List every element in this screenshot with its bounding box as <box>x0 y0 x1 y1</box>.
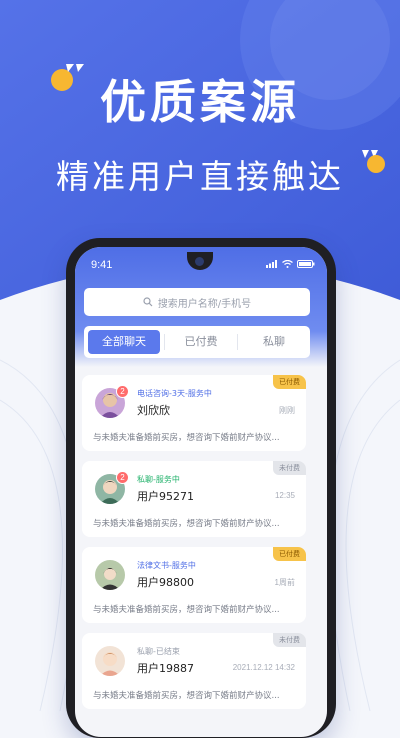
message-time: 12:35 <box>274 491 295 500</box>
message-preview: 与未婚夫准备婚前买房，想咨询下婚前财产协议... <box>93 691 280 701</box>
status-time: 9:41 <box>91 259 113 271</box>
chat-list: 2 电话咨询-3天-服务中 刘欣欣 刚刚 已付费 与未婚夫准备婚前买房，想咨询下… <box>75 375 327 719</box>
status-bar: 9:41 <box>75 247 327 277</box>
search-input[interactable]: 搜索用户名称/手机号 <box>84 288 310 316</box>
unread-count-badge: 2 <box>116 471 129 484</box>
phone-screen: 9:41 搜索用户名称/手机号 全部聊天 已付费 私聊 2 电话咨询-3天-服务… <box>75 247 327 737</box>
search-icon <box>143 297 153 307</box>
user-name: 用户98800 <box>137 576 194 589</box>
chat-list-item[interactable]: 私聊-已结束 用户19887 2021.12.12 14:32 未付费 与未婚夫… <box>82 633 306 709</box>
battery-icon <box>297 260 315 268</box>
message-preview: 与未婚夫准备婚前买房，想咨询下婚前财产协议... <box>93 433 280 443</box>
service-status: 私聊-服务中 <box>137 475 180 484</box>
service-status: 电话咨询-3天-服务中 <box>137 389 212 398</box>
promo-subline: 精准用户直接触达 <box>56 157 344 196</box>
chat-list-item[interactable]: 2 私聊-服务中 用户95271 12:35 未付费 与未婚夫准备婚前买房，想咨… <box>82 461 306 537</box>
message-preview: 与未婚夫准备婚前买房，想咨询下婚前财产协议... <box>93 519 280 529</box>
payment-badge: 已付费 <box>273 375 306 389</box>
unread-count-badge: 2 <box>116 385 129 398</box>
search-placeholder: 搜索用户名称/手机号 <box>157 298 252 310</box>
camera-notch <box>187 252 213 270</box>
tab-all-chats[interactable]: 全部聊天 <box>88 330 160 354</box>
message-preview: 与未婚夫准备婚前买房，想咨询下婚前财产协议... <box>93 605 280 615</box>
camera-icon <box>195 257 204 266</box>
service-status: 私聊-已结束 <box>137 647 180 656</box>
message-time: 刚刚 <box>279 406 295 415</box>
payment-badge: 未付费 <box>273 461 306 475</box>
service-status: 法律文书-服务中 <box>137 561 196 570</box>
phone-mockup: 9:41 搜索用户名称/手机号 全部聊天 已付费 私聊 2 电话咨询-3天-服务… <box>66 238 336 738</box>
user-name: 用户19887 <box>137 662 194 675</box>
tab-private-chat[interactable]: 私聊 <box>238 326 310 358</box>
message-time: 2021.12.12 14:32 <box>232 663 295 672</box>
chat-list-item[interactable]: 2 电话咨询-3天-服务中 刘欣欣 刚刚 已付费 与未婚夫准备婚前买房，想咨询下… <box>82 375 306 451</box>
wifi-icon <box>282 260 293 268</box>
user-name: 用户95271 <box>137 490 194 503</box>
promo-headline: 优质案源 <box>100 75 300 129</box>
chat-filter-tabs: 全部聊天 已付费 私聊 <box>84 326 310 358</box>
avatar <box>95 560 125 590</box>
payment-badge: 已付费 <box>273 547 306 561</box>
payment-badge: 未付费 <box>273 633 306 647</box>
avatar <box>95 646 125 676</box>
user-name: 刘欣欣 <box>137 404 170 417</box>
signal-icon <box>266 260 277 268</box>
status-icons <box>266 260 315 268</box>
chat-list-item[interactable]: 法律文书-服务中 用户98800 1周前 已付费 与未婚夫准备婚前买房，想咨询下… <box>82 547 306 623</box>
tab-paid[interactable]: 已付费 <box>165 326 237 358</box>
message-time: 1周前 <box>274 578 295 587</box>
